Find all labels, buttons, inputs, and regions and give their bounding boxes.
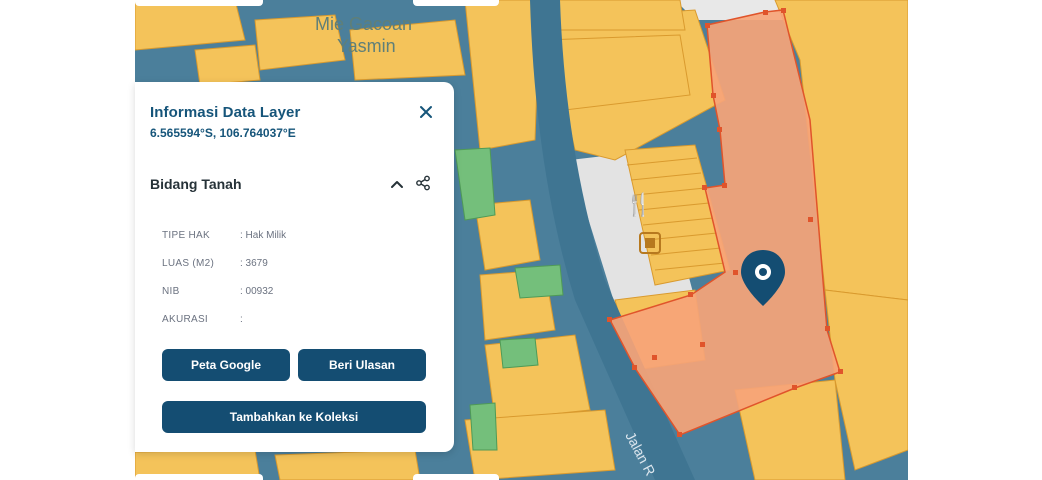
attribute-value: : (240, 314, 243, 325)
parcel[interactable] (274, 449, 421, 480)
svg-text:🍴: 🍴 (625, 192, 652, 218)
chevron-up-icon[interactable] (390, 177, 404, 191)
poi-label-2: Yasmin (337, 36, 396, 56)
green-parcel[interactable] (514, 264, 564, 299)
attribute-key: AKURASI (162, 314, 209, 325)
attribute-value: : 00932 (240, 286, 274, 297)
map-chip (413, 474, 499, 480)
green-parcel[interactable] (469, 402, 498, 451)
attribute-value: : Hak Milik (240, 230, 287, 241)
close-icon[interactable] (418, 104, 434, 120)
map-chip (413, 0, 499, 6)
add-to-collection-button[interactable]: Tambahkan ke Koleksi (162, 401, 426, 433)
info-panel: Informasi Data Layer 6.565594°S, 106.764… (135, 82, 454, 452)
attribute-key: TIPE HAK (162, 230, 210, 241)
poi-label: Mie Gacoan (315, 14, 412, 34)
panel-title: Informasi Data Layer (150, 104, 301, 121)
review-button[interactable]: Beri Ulasan (298, 349, 426, 381)
map-chip (135, 0, 263, 6)
share-icon[interactable] (415, 175, 431, 191)
google-maps-button[interactable]: Peta Google (162, 349, 290, 381)
attribute-key: LUAS (M2) (162, 258, 215, 269)
parcel[interactable] (554, 0, 686, 31)
restaurant-icon[interactable]: 🍴 (625, 192, 652, 218)
attribute-key: NIB (162, 286, 180, 297)
attribute-value: : 3679 (240, 258, 268, 269)
section-title: Bidang Tanah (150, 176, 242, 192)
green-parcel[interactable] (499, 337, 539, 369)
parcel[interactable] (194, 44, 261, 86)
coordinates-text: 6.565594°S, 106.764037°E (150, 126, 296, 140)
map-chip (135, 474, 263, 480)
